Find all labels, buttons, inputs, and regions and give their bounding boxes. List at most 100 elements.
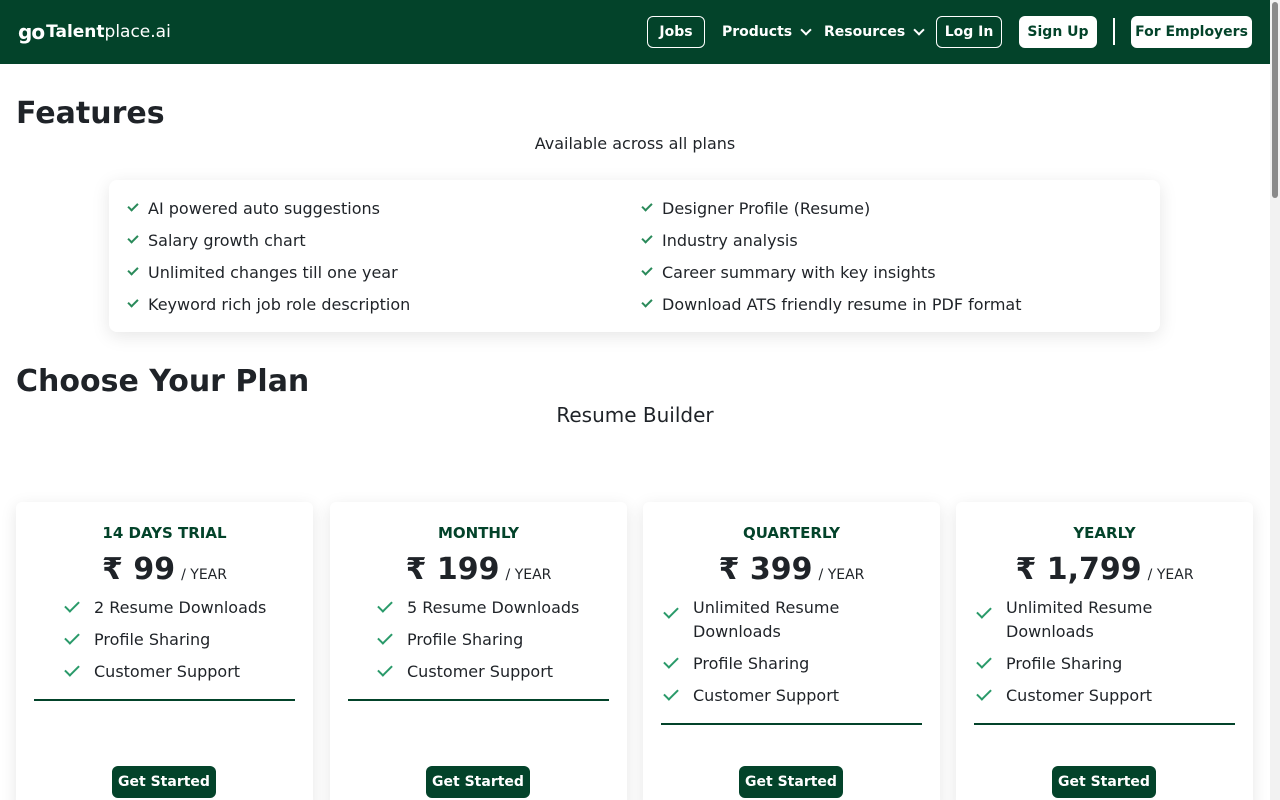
plan-card-trial: 14 DAYS TRIAL ₹ 99 / YEAR 2 Resume Downl… xyxy=(16,502,313,800)
feature-text: Career summary with key insights xyxy=(662,262,936,282)
logo-suffix: place.ai xyxy=(104,22,171,42)
check-icon xyxy=(976,603,992,619)
chevron-down-icon xyxy=(800,24,812,36)
resources-label: Resources xyxy=(824,24,906,40)
chevron-down-icon xyxy=(913,24,925,36)
check-icon xyxy=(641,200,653,212)
plan-feature: Unlimited Resume Downloads xyxy=(956,596,1196,644)
feature-text: Unlimited changes till one year xyxy=(148,262,398,282)
price-period: / YEAR xyxy=(505,567,552,583)
price-period: / YEAR xyxy=(818,567,865,583)
features-heading: Features xyxy=(16,96,165,131)
get-started-button[interactable]: Get Started xyxy=(739,766,843,798)
plan-name: YEARLY xyxy=(1073,524,1136,542)
plan-price: ₹ 399 / YEAR xyxy=(643,552,940,587)
check-icon xyxy=(641,264,653,276)
logo-go-mark: go xyxy=(18,20,45,44)
plan-card-monthly: MONTHLY ₹ 199 / YEAR 5 Resume Downloads … xyxy=(330,502,627,800)
scrollbar-thumb[interactable] xyxy=(1272,2,1278,198)
features-subtitle: Available across all plans xyxy=(534,134,736,153)
products-menu[interactable]: Products xyxy=(722,16,812,48)
price-period: / YEAR xyxy=(1147,567,1194,583)
feature-text: Download ATS friendly resume in PDF form… xyxy=(662,294,1022,314)
plans-heading: Choose Your Plan xyxy=(16,364,310,399)
check-icon xyxy=(377,629,393,645)
plan-feature: Profile Sharing xyxy=(16,628,313,652)
price-amount: ₹ 1,799 xyxy=(1015,552,1142,587)
plan-card-quarterly: QUARTERLY ₹ 399 / YEAR Unlimited Resume … xyxy=(643,502,940,800)
plans-subtitle: Resume Builder xyxy=(556,403,714,427)
for-employers-button[interactable]: For Employers xyxy=(1131,16,1252,48)
check-icon xyxy=(127,232,139,244)
plan-feature-text: Profile Sharing xyxy=(407,630,524,649)
plan-divider xyxy=(974,723,1235,725)
plan-feature-text: Profile Sharing xyxy=(1006,654,1123,673)
feature-item: Salary growth chart xyxy=(127,230,306,250)
plan-name: MONTHLY xyxy=(437,524,520,542)
check-icon xyxy=(64,629,80,645)
feature-text: Industry analysis xyxy=(662,230,798,250)
features-card: AI powered auto suggestions Salary growt… xyxy=(109,180,1160,332)
login-button[interactable]: Log In xyxy=(936,16,1002,48)
plan-feature-text: Profile Sharing xyxy=(94,630,211,649)
check-icon xyxy=(663,653,679,669)
check-icon xyxy=(127,264,139,276)
plan-feature: 2 Resume Downloads xyxy=(16,596,313,620)
plan-feature-text: Customer Support xyxy=(693,686,840,705)
plan-feature: Unlimited Resume Downloads xyxy=(643,596,883,644)
plan-card-yearly: YEARLY ₹ 1,799 / YEAR Unlimited Resume D… xyxy=(956,502,1253,800)
talentplace-logo[interactable]: go Talent place.ai xyxy=(18,20,171,44)
feature-text: Keyword rich job role description xyxy=(148,294,411,314)
signup-button[interactable]: Sign Up xyxy=(1019,16,1097,48)
check-icon xyxy=(976,653,992,669)
jobs-button[interactable]: Jobs xyxy=(647,16,705,48)
feature-item: Designer Profile (Resume) xyxy=(641,198,870,218)
plan-price: ₹ 199 / YEAR xyxy=(330,552,627,587)
plan-feature: Customer Support xyxy=(643,684,940,708)
get-started-button[interactable]: Get Started xyxy=(426,766,530,798)
check-icon xyxy=(641,232,653,244)
feature-item: Career summary with key insights xyxy=(641,262,936,282)
check-icon xyxy=(663,685,679,701)
check-icon xyxy=(377,597,393,613)
plan-name: 14 DAYS TRIAL xyxy=(102,524,227,542)
feature-text: Salary growth chart xyxy=(148,230,306,250)
price-period: / YEAR xyxy=(181,567,227,583)
check-icon xyxy=(127,296,139,308)
plan-feature: Profile Sharing xyxy=(956,652,1253,676)
price-amount: ₹ 399 xyxy=(718,552,813,587)
plan-price: ₹ 99 / YEAR xyxy=(16,552,313,587)
nav-divider xyxy=(1113,18,1115,45)
plan-divider xyxy=(348,699,609,701)
plan-name: QUARTERLY xyxy=(742,524,841,542)
plan-feature-text: 5 Resume Downloads xyxy=(407,598,580,617)
feature-item: Industry analysis xyxy=(641,230,798,250)
plan-feature: Profile Sharing xyxy=(643,652,940,676)
get-started-button[interactable]: Get Started xyxy=(1052,766,1156,798)
plan-feature-text: Customer Support xyxy=(407,662,554,681)
price-amount: ₹ 99 xyxy=(102,552,176,587)
plan-feature-text: Unlimited Resume Downloads xyxy=(693,598,840,641)
plan-feature-text: Customer Support xyxy=(94,662,241,681)
feature-text: AI powered auto suggestions xyxy=(148,198,380,218)
check-icon xyxy=(663,603,679,619)
plan-feature-text: Unlimited Resume Downloads xyxy=(1006,598,1153,641)
feature-item: Keyword rich job role description xyxy=(127,294,410,314)
check-icon xyxy=(976,685,992,701)
plan-feature: Customer Support xyxy=(16,660,313,684)
plan-feature: Profile Sharing xyxy=(330,628,627,652)
plan-feature-text: 2 Resume Downloads xyxy=(94,598,267,617)
resources-menu[interactable]: Resources xyxy=(824,16,925,48)
feature-text: Designer Profile (Resume) xyxy=(662,198,871,218)
check-icon xyxy=(64,661,80,677)
check-icon xyxy=(127,200,139,212)
plan-feature-text: Customer Support xyxy=(1006,686,1153,705)
check-icon xyxy=(64,597,80,613)
plan-feature-text: Profile Sharing xyxy=(693,654,810,673)
plan-feature: 5 Resume Downloads xyxy=(330,596,627,620)
feature-item: AI powered auto suggestions xyxy=(127,198,380,218)
products-label: Products xyxy=(722,24,793,40)
get-started-button[interactable]: Get Started xyxy=(112,766,216,798)
plan-divider xyxy=(661,723,922,725)
price-amount: ₹ 199 xyxy=(405,552,500,587)
